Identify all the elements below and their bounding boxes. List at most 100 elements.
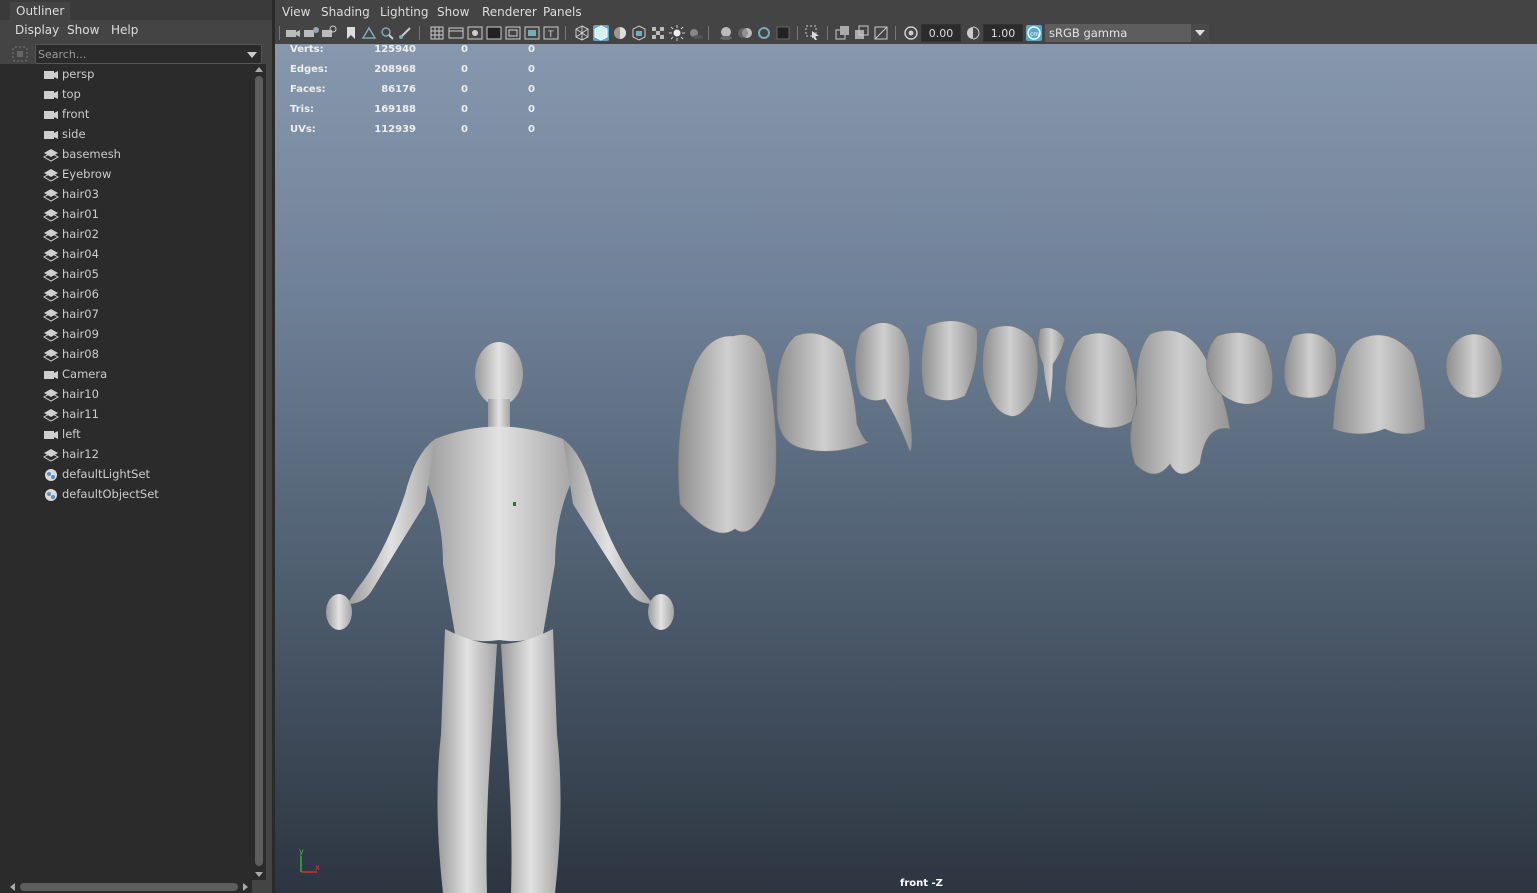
gate-mask-icon[interactable] — [486, 25, 502, 41]
outliner-horizontal-scrollbar[interactable] — [0, 880, 252, 893]
isolate-select-icon[interactable] — [805, 25, 821, 41]
outliner-item-label: basemesh — [62, 147, 121, 161]
outliner-tree: persp top front side basemesh Eyebrow hair03 ha… — [0, 64, 252, 880]
menu-shading[interactable]: Shading — [321, 5, 370, 19]
outliner-item-hair08[interactable]: hair08 — [0, 345, 252, 365]
outliner-item-defaultobjectset[interactable]: defaultObjectSet — [0, 485, 252, 505]
outliner-item-hair04[interactable]: hair04 — [0, 245, 252, 265]
basemesh-body[interactable] — [326, 342, 674, 893]
mesh-icon — [42, 388, 60, 402]
search-field[interactable] — [35, 44, 262, 64]
gamma-field[interactable]: 1.00 — [983, 24, 1023, 42]
wireframe-icon[interactable] — [574, 25, 590, 41]
outliner-item-hair09[interactable]: hair09 — [0, 325, 252, 345]
lights-icon[interactable] — [669, 25, 685, 41]
outliner-tabstrip: Outliner — [0, 0, 272, 20]
outliner-item-hair03[interactable]: hair03 — [0, 185, 252, 205]
filter-icon[interactable] — [12, 46, 28, 62]
outliner-item-persp[interactable]: persp — [0, 65, 252, 85]
outliner-item-front[interactable]: front — [0, 105, 252, 125]
xray-icon[interactable] — [835, 25, 851, 41]
2d-pan-zoom-icon[interactable] — [379, 25, 395, 41]
hair-meshes[interactable] — [678, 320, 1503, 534]
safe-action-icon[interactable] — [524, 25, 540, 41]
xray-joints-icon[interactable] — [854, 25, 870, 41]
film-gate-icon[interactable] — [448, 25, 464, 41]
smooth-shade-icon[interactable] — [593, 25, 609, 41]
mesh-icon — [42, 328, 60, 342]
menu-panels[interactable]: Panels — [543, 5, 582, 19]
outliner-item-hair07[interactable]: hair07 — [0, 305, 252, 325]
outliner-item-eyebrow[interactable]: Eyebrow — [0, 165, 252, 185]
depth-of-field-icon[interactable] — [775, 25, 791, 41]
camera-attributes-icon[interactable] — [303, 25, 319, 41]
toolbar-separator — [565, 26, 566, 40]
image-plane-icon[interactable] — [361, 25, 377, 41]
outliner-item-side[interactable]: side — [0, 125, 252, 145]
outliner-item-label: hair12 — [62, 447, 99, 461]
menu-lighting[interactable]: Lighting — [380, 5, 429, 19]
outliner-item-hair05[interactable]: hair05 — [0, 265, 252, 285]
scrollbar-thumb[interactable] — [20, 883, 238, 891]
default-material-icon[interactable] — [612, 25, 628, 41]
select-camera-icon[interactable] — [285, 25, 301, 41]
mesh-icon — [42, 208, 60, 222]
mesh-icon — [42, 308, 60, 322]
screen-space-ao-icon[interactable] — [718, 25, 734, 41]
menu-help[interactable]: Help — [111, 21, 138, 39]
menu-show[interactable]: Show — [67, 21, 99, 39]
outliner-item-label: defaultLightSet — [62, 467, 151, 481]
outliner-item-label: top — [62, 87, 81, 101]
scroll-right-icon[interactable] — [243, 883, 248, 891]
scroll-left-icon[interactable] — [10, 883, 15, 891]
bookmark-camera-icon[interactable] — [321, 25, 337, 41]
exposure-field[interactable]: 0.00 — [921, 24, 961, 42]
resolution-gate-icon[interactable] — [467, 25, 483, 41]
viewport-panel: View Shading Lighting Show Renderer Pane… — [275, 0, 1537, 893]
textured-icon[interactable] — [631, 25, 647, 41]
menu-show[interactable]: Show — [437, 5, 469, 19]
color-management-icon[interactable]: cm — [1026, 25, 1042, 41]
grease-pencil-icon[interactable] — [397, 25, 413, 41]
chevron-down-icon[interactable] — [1191, 24, 1209, 42]
outliner-item-left[interactable]: left — [0, 425, 252, 445]
outliner-vertical-scrollbar[interactable] — [252, 64, 266, 880]
shadows-icon[interactable] — [688, 25, 704, 41]
menu-renderer[interactable]: Renderer — [482, 5, 537, 19]
outliner-item-top[interactable]: top — [0, 85, 252, 105]
scroll-down-icon[interactable] — [255, 872, 263, 877]
scrollbar-thumb[interactable] — [255, 76, 263, 866]
3d-viewport[interactable]: Verts: 125940 0 0 Edges: 208968 0 0 Faces: 86176 0… — [275, 44, 1537, 893]
outliner-item-defaultlightset[interactable]: defaultLightSet — [0, 465, 252, 485]
backface-culling-icon[interactable] — [873, 25, 889, 41]
anti-aliasing-icon[interactable] — [756, 25, 772, 41]
outliner-item-hair11[interactable]: hair11 — [0, 405, 252, 425]
outliner-item-hair02[interactable]: hair02 — [0, 225, 252, 245]
menu-display[interactable]: Display — [15, 21, 59, 39]
exposure-icon[interactable] — [903, 25, 919, 41]
outliner-menubar: Display Show Help — [0, 20, 272, 40]
outliner-item-camera[interactable]: Camera — [0, 365, 252, 385]
outliner-item-hair01[interactable]: hair01 — [0, 205, 252, 225]
outliner-tab[interactable]: Outliner — [10, 2, 71, 20]
scroll-up-icon[interactable] — [255, 67, 263, 72]
outliner-item-label: hair02 — [62, 227, 99, 241]
outliner-item-label: hair09 — [62, 327, 99, 341]
outliner-item-hair10[interactable]: hair10 — [0, 385, 252, 405]
safe-title-icon[interactable]: T — [543, 25, 559, 41]
search-input[interactable] — [38, 46, 243, 62]
motion-blur-icon[interactable] — [737, 25, 753, 41]
color-space-select[interactable]: sRGB gamma — [1045, 24, 1209, 42]
bookmark-icon[interactable] — [343, 25, 359, 41]
menu-view[interactable]: View — [282, 5, 310, 19]
outliner-item-hair06[interactable]: hair06 — [0, 285, 252, 305]
gamma-icon[interactable] — [965, 25, 981, 41]
outliner-item-basemesh[interactable]: basemesh — [0, 145, 252, 165]
camera-icon — [43, 88, 59, 102]
field-chart-icon[interactable] — [505, 25, 521, 41]
search-dropdown-icon[interactable] — [247, 52, 257, 58]
outliner-item-label: Camera — [62, 367, 108, 381]
checker-icon[interactable] — [650, 25, 666, 41]
outliner-item-hair12[interactable]: hair12 — [0, 445, 252, 465]
grid-icon[interactable] — [429, 25, 445, 41]
